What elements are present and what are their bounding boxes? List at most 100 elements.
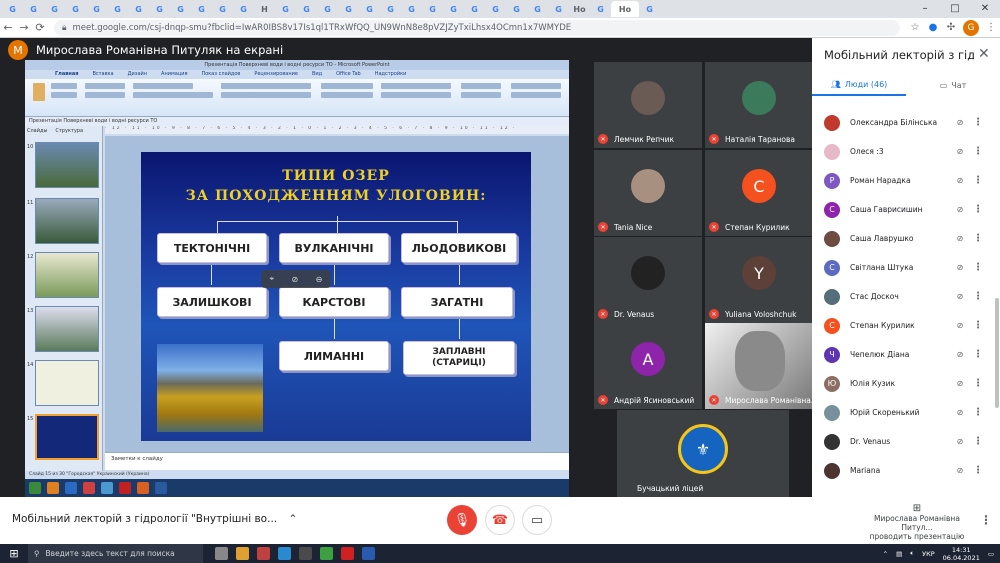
more-options-icon[interactable]: ⋮	[970, 117, 986, 128]
participant-tile[interactable]: ✕ Лемчик Репчик	[594, 62, 702, 148]
browser-tab[interactable]: Ho	[611, 1, 639, 17]
list-item[interactable]: С Саша Гаврисишин ⊘ ⋮	[812, 195, 1000, 224]
list-item[interactable]: Dr. Venaus ⊘ ⋮	[812, 427, 1000, 456]
forward-icon[interactable]: →	[16, 21, 32, 34]
browser-tab[interactable]: G	[443, 1, 464, 17]
more-options-icon[interactable]: ⋮	[970, 291, 986, 302]
close-icon[interactable]: ✕	[978, 46, 990, 62]
extension-icon[interactable]: ●	[924, 22, 942, 33]
more-options-icon[interactable]: ⋮	[970, 465, 986, 476]
pane-tab-outline[interactable]: Структура	[55, 128, 83, 134]
more-options-icon[interactable]: ⋮	[970, 146, 986, 157]
scrollbar[interactable]	[995, 298, 999, 408]
browser-tab[interactable]: G	[170, 1, 191, 17]
slide-thumbnail[interactable]	[35, 360, 99, 406]
participant-tile[interactable]: ✕ Мирослава Романівна...	[705, 323, 813, 409]
slide-thumbnail[interactable]	[35, 306, 99, 352]
browser-tab[interactable]: G	[422, 1, 443, 17]
browser-tab[interactable]: G	[233, 1, 254, 17]
browser-tab[interactable]: G	[527, 1, 548, 17]
participant-tile[interactable]: С ✕ Степан Курилик	[705, 150, 813, 236]
ribbon-tab[interactable]: Вставка	[92, 70, 113, 79]
more-options-icon[interactable]: ⋮	[970, 378, 986, 389]
browser-tab[interactable]: G	[65, 1, 86, 17]
browser-tab[interactable]: G	[506, 1, 527, 17]
browser-tab[interactable]: G	[380, 1, 401, 17]
browser-tab[interactable]: G	[44, 1, 65, 17]
leave-call-button[interactable]: ☎	[485, 505, 515, 535]
browser-tab[interactable]: G	[338, 1, 359, 17]
opera-icon[interactable]	[341, 547, 354, 560]
browser-tab[interactable]: G	[548, 1, 569, 17]
participant-tile[interactable]: ✕ Наталія Таранова	[705, 62, 813, 148]
store-icon[interactable]	[299, 547, 312, 560]
list-item[interactable]: Олеся :3 ⊘ ⋮	[812, 137, 1000, 166]
more-options-icon[interactable]: ⋮	[970, 349, 986, 360]
slide-thumbnail-selected[interactable]	[35, 414, 99, 460]
more-options-icon[interactable]: ⋮	[970, 320, 986, 331]
document-tab[interactable]: Презентація Поверхневі води і водні ресу…	[25, 117, 569, 126]
back-icon[interactable]: ←	[0, 21, 16, 34]
file-explorer-icon[interactable]	[236, 547, 249, 560]
list-item[interactable]: Ч Чепелюк Діана ⊘ ⋮	[812, 340, 1000, 369]
list-item[interactable]: Р Роман Нарадка ⊘ ⋮	[812, 166, 1000, 195]
list-item[interactable]: Стас Доскоч ⊘ ⋮	[812, 282, 1000, 311]
browser-tab[interactable]: G	[128, 1, 149, 17]
more-options-icon[interactable]: ⋮	[970, 436, 986, 447]
chrome-icon[interactable]	[320, 547, 333, 560]
pane-tab-slides[interactable]: Слайды	[27, 128, 47, 134]
ribbon-tab[interactable]: Вид	[312, 70, 322, 79]
list-item[interactable]: Саша Лаврушко ⊘ ⋮	[812, 224, 1000, 253]
more-options-icon[interactable]: ⋮	[970, 407, 986, 418]
pin-icon[interactable]: ⌖	[270, 274, 275, 284]
more-options-icon[interactable]: ⋮	[970, 233, 986, 244]
browser-tab[interactable]: G	[86, 1, 107, 17]
more-options-icon[interactable]: ⋮	[970, 262, 986, 273]
browser-tab[interactable]: G	[485, 1, 506, 17]
task-view-icon[interactable]	[215, 547, 228, 560]
ribbon-tab[interactable]: Office Tab	[336, 70, 361, 79]
browser-tab[interactable]: G	[296, 1, 317, 17]
menu-icon[interactable]: ⋮	[982, 22, 1000, 33]
participant-tile[interactable]: ✕ Tania Nice	[594, 150, 702, 236]
browser-tab[interactable]: H	[254, 1, 275, 17]
browser-tab[interactable]: Ho	[569, 1, 590, 17]
ribbon-tab[interactable]: Показ слайдов	[201, 70, 240, 79]
browser-tab[interactable]: G	[107, 1, 128, 17]
language-indicator[interactable]: УКР	[922, 550, 935, 558]
windows-start-icon[interactable]: ⊞	[0, 547, 28, 560]
maximize-button[interactable]: □	[940, 0, 970, 18]
speaker-notes[interactable]: Заметки к слайду	[105, 452, 569, 470]
mic-off-button[interactable]: 🎙︎	[447, 505, 477, 535]
browser-tab[interactable]: G	[23, 1, 44, 17]
browser-tab[interactable]: G	[639, 1, 660, 17]
word-icon[interactable]	[362, 547, 375, 560]
browser-tab[interactable]: G	[212, 1, 233, 17]
presenting-info[interactable]: ⊞ Мирослава Романівна Питул... проводить…	[862, 503, 972, 541]
star-icon[interactable]: ☆	[906, 22, 924, 33]
remove-icon[interactable]: ⊖	[316, 275, 323, 284]
minimize-button[interactable]: –	[910, 0, 940, 18]
participant-tile[interactable]: ✕ Dr. Venaus	[594, 237, 702, 323]
browser-tab[interactable]: G	[275, 1, 296, 17]
tab-people[interactable]: 👥︎ Люди (46)	[812, 74, 906, 96]
list-item[interactable]: Mariana ⊘ ⋮	[812, 456, 1000, 485]
chevron-up-icon[interactable]: ⌃	[883, 550, 888, 558]
ribbon-tab[interactable]: Дизайн	[128, 70, 147, 79]
ribbon-tab[interactable]: Надстройки	[375, 70, 407, 79]
clock[interactable]: 14:31 06.04.2021	[943, 546, 980, 562]
more-options-icon[interactable]: ⋮	[970, 204, 986, 215]
browser-tab[interactable]: G	[191, 1, 212, 17]
more-options-icon[interactable]: ⋮	[970, 175, 986, 186]
list-item[interactable]: Олександра Білінська ⊘ ⋮	[812, 108, 1000, 137]
browser-tab[interactable]: G	[359, 1, 380, 17]
browser-tab[interactable]: G	[401, 1, 422, 17]
ribbon-tab[interactable]: Рецензирование	[254, 70, 298, 79]
slide-thumbnail[interactable]	[35, 252, 99, 298]
url-field[interactable]: 🔒︎ meet.google.com/csj-dnqp-smu?fbclid=I…	[54, 19, 900, 36]
mute-icon[interactable]: ⊘	[292, 275, 299, 284]
puzzle-icon[interactable]: ✣	[942, 22, 960, 33]
browser-tab[interactable]: G	[2, 1, 23, 17]
taskbar-search[interactable]: ⚲ Введите здесь текст для поиска	[28, 544, 203, 563]
slide-thumbnail[interactable]	[35, 142, 99, 188]
